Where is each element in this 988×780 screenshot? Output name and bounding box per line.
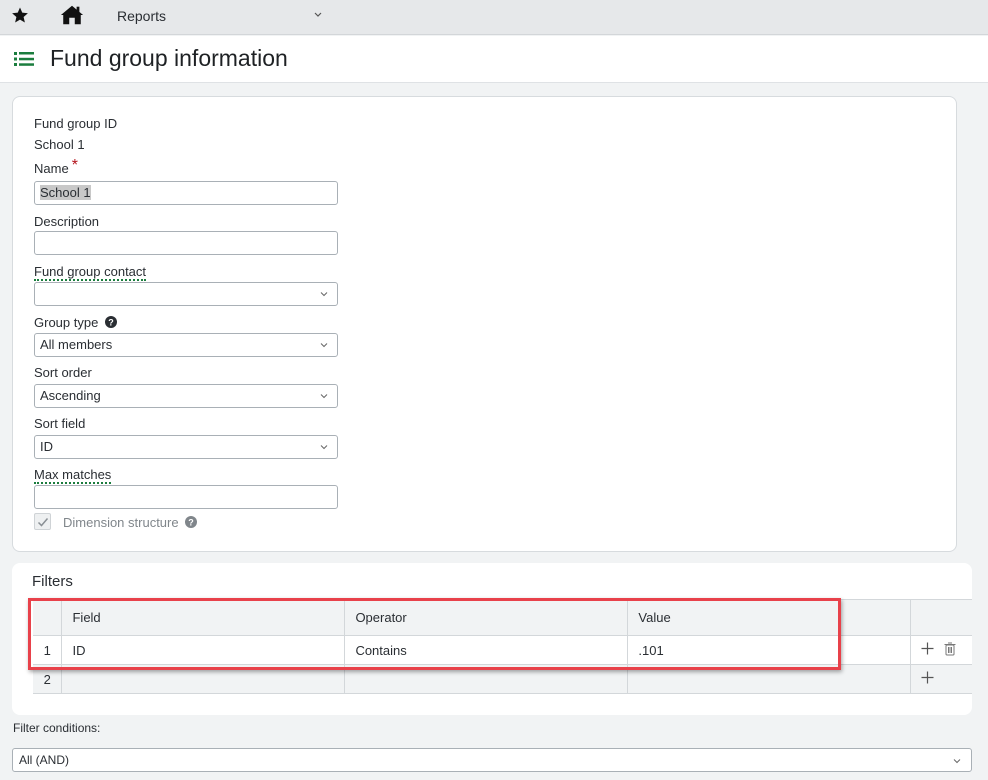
top-navigation-bar: Reports	[0, 0, 988, 35]
group-type-select[interactable]: All members	[34, 333, 338, 357]
column-header-value: Value	[627, 599, 911, 636]
add-row-button[interactable]	[921, 642, 934, 658]
chevron-down-icon	[320, 292, 328, 297]
trash-icon	[944, 642, 956, 656]
description-label: Description	[34, 214, 100, 229]
field-cell[interactable]: ID	[61, 635, 345, 665]
svg-text:?: ?	[188, 517, 194, 527]
plus-icon	[921, 671, 934, 684]
chevron-down-icon	[320, 394, 328, 399]
fund-group-contact-label: Fund group contact	[34, 264, 147, 281]
row-number-header	[33, 599, 62, 636]
description-input[interactable]	[34, 231, 338, 255]
fund-group-id-label: Fund group ID	[34, 116, 118, 131]
filters-table: Field Operator Value 1 ID Contains .101	[33, 599, 972, 694]
svg-text:?: ?	[108, 317, 114, 327]
chevron-down-icon[interactable]	[313, 10, 323, 20]
list-icon[interactable]	[14, 51, 34, 67]
name-input[interactable]: School 1	[34, 181, 338, 205]
actions-header	[910, 599, 972, 636]
group-type-value: All members	[40, 337, 113, 352]
name-label: Name *	[34, 157, 78, 178]
fund-group-form: Fund group ID School 1 Name * School 1 De…	[12, 96, 957, 552]
sort-order-value: Ascending	[40, 388, 101, 403]
chevron-down-icon	[320, 445, 328, 450]
star-icon[interactable]	[11, 6, 29, 24]
filters-title: Filters	[32, 573, 73, 590]
module-selector-label[interactable]: Reports	[117, 8, 166, 24]
max-matches-input[interactable]	[34, 485, 338, 509]
fund-group-contact-label-text: Fund group contact	[34, 264, 147, 281]
help-icon[interactable]: ?	[104, 316, 117, 328]
table-row: 1 ID Contains .101	[33, 635, 972, 665]
dimension-structure-checkbox[interactable]	[34, 513, 51, 530]
plus-icon	[921, 642, 934, 655]
filter-conditions-select[interactable]: All (AND)	[12, 748, 972, 772]
sort-field-select[interactable]: ID	[34, 435, 338, 459]
chevron-down-icon	[953, 759, 961, 764]
name-label-text: Name	[34, 161, 69, 176]
table-row: 2	[33, 664, 972, 694]
add-row-button[interactable]	[921, 671, 934, 687]
page-title: Fund group information	[50, 45, 288, 71]
value-cell[interactable]	[627, 664, 911, 694]
sort-field-value: ID	[40, 439, 53, 454]
chevron-down-icon	[320, 343, 328, 348]
row-number: 1	[33, 635, 62, 665]
filters-section: Filters Field Operator Value 1 ID Contai…	[12, 563, 972, 715]
operator-cell[interactable]	[344, 664, 628, 694]
delete-row-button[interactable]	[944, 642, 956, 659]
dimension-structure-label: Dimension structure ?	[63, 515, 198, 530]
table-header-row: Field Operator Value	[33, 599, 972, 636]
filter-conditions-label: Filter conditions:	[13, 721, 101, 735]
required-indicator: *	[71, 157, 78, 174]
name-input-value: School 1	[40, 185, 91, 200]
max-matches-label: Max matches	[34, 467, 112, 484]
field-cell[interactable]	[61, 664, 345, 694]
sort-order-select[interactable]: Ascending	[34, 384, 338, 408]
fund-group-contact-select[interactable]	[34, 282, 338, 306]
home-icon[interactable]	[60, 4, 84, 26]
sort-order-label: Sort order	[34, 365, 92, 380]
row-number: 2	[33, 664, 62, 694]
column-header-operator: Operator	[344, 599, 628, 636]
group-type-label: Group type ?	[34, 315, 117, 330]
sort-field-label: Sort field	[34, 416, 86, 431]
column-header-field: Field	[61, 599, 345, 636]
page-header: Fund group information	[0, 36, 988, 83]
dimension-structure-label-text: Dimension structure	[63, 515, 179, 530]
operator-cell[interactable]: Contains	[344, 635, 628, 665]
max-matches-label-text: Max matches	[34, 467, 112, 484]
group-type-label-text: Group type	[34, 315, 99, 330]
filter-conditions-value: All (AND)	[19, 753, 69, 767]
row-actions	[910, 635, 972, 665]
fund-group-id-value: School 1	[34, 137, 85, 152]
checkmark-icon	[37, 518, 49, 527]
row-actions	[910, 664, 972, 694]
value-cell[interactable]: .101	[627, 635, 911, 665]
help-icon[interactable]: ?	[185, 516, 198, 528]
